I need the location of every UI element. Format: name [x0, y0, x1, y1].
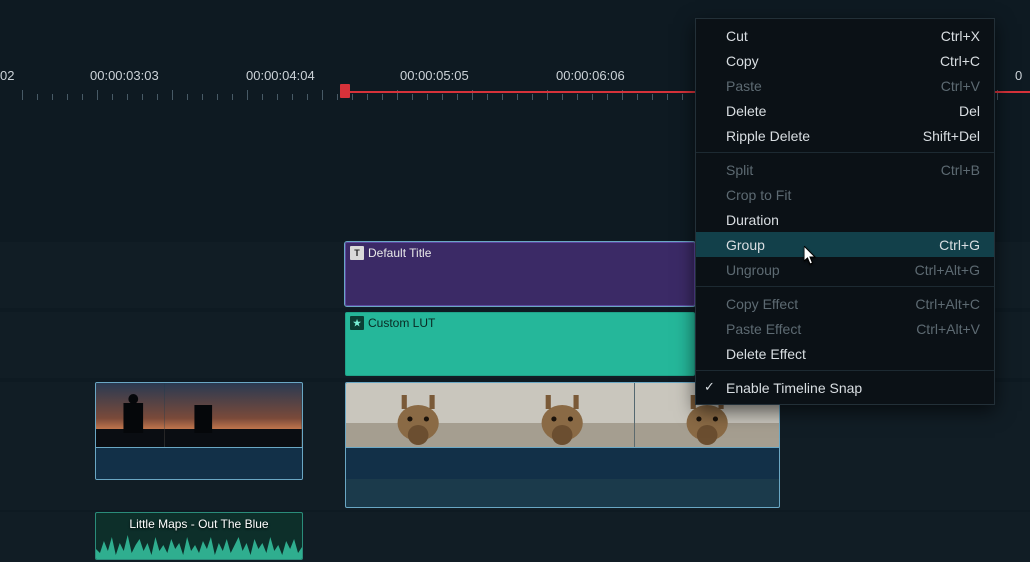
menu-item-ungroup: Ungroup Ctrl+Alt+G [696, 257, 994, 282]
ruler-timecode: 00:00:06:06 [556, 68, 625, 83]
menu-item-shortcut: Ctrl+G [939, 237, 980, 253]
menu-item-crop-to-fit: Crop to Fit [696, 182, 994, 207]
thumbnail [490, 383, 634, 447]
thumbnail [165, 383, 234, 447]
menu-item-ripple-delete[interactable]: Ripple Delete Shift+Del [696, 123, 994, 148]
menu-item-shortcut: Ctrl+Alt+V [916, 321, 980, 337]
menu-item-label: Copy [726, 53, 759, 69]
ruler-timecode: 0 [1015, 68, 1022, 83]
menu-item-split: Split Ctrl+B [696, 157, 994, 182]
ruler-timecode: 00:00:04:04 [246, 68, 315, 83]
menu-item-delete-effect[interactable]: Delete Effect [696, 341, 994, 366]
clip-audio[interactable]: Little Maps - Out The Blue [95, 512, 303, 560]
menu-item-copy-effect: Copy Effect Ctrl+Alt+C [696, 291, 994, 316]
clip-parking[interactable]: Parking [95, 382, 303, 480]
track-audio[interactable]: Little Maps - Out The Blue [0, 512, 1030, 562]
thumbnail [96, 383, 165, 447]
menu-item-copy[interactable]: Copy Ctrl+C [696, 48, 994, 73]
menu-item-shortcut: Ctrl+B [941, 162, 980, 178]
ruler-timecode: 00:00:03:03 [90, 68, 159, 83]
menu-item-label: Split [726, 162, 753, 178]
menu-item-shortcut: Ctrl+X [941, 28, 980, 44]
menu-item-duration[interactable]: Duration [696, 207, 994, 232]
menu-item-shortcut: Ctrl+V [941, 78, 980, 94]
waveform [96, 531, 302, 559]
clip-label: Default Title [368, 246, 431, 260]
menu-item-label: Delete [726, 103, 766, 119]
clip-label: Little Maps - Out The Blue [96, 517, 302, 531]
menu-item-label: Delete Effect [726, 346, 806, 362]
clip-audio-lane [96, 447, 302, 479]
menu-item-delete[interactable]: Delete Del [696, 98, 994, 123]
check-icon: ✓ [704, 379, 715, 395]
thumbnail [346, 383, 490, 447]
clip-label: Custom LUT [368, 316, 435, 330]
menu-item-shortcut: Ctrl+Alt+G [915, 262, 980, 278]
menu-item-shortcut: Ctrl+C [940, 53, 980, 69]
menu-item-cut[interactable]: Cut Ctrl+X [696, 23, 994, 48]
menu-item-shortcut: Shift+Del [923, 128, 980, 144]
menu-item-shortcut: Del [959, 103, 980, 119]
menu-item-group[interactable]: Group Ctrl+G [696, 232, 994, 257]
ruler-timecode: 02 [0, 68, 14, 83]
thumbnail [233, 383, 302, 447]
menu-item-label: Group [726, 237, 765, 253]
menu-item-paste-effect: Paste Effect Ctrl+Alt+V [696, 316, 994, 341]
menu-item-shortcut: Ctrl+Alt+C [915, 296, 980, 312]
menu-item-enable-timeline-snap[interactable]: ✓ Enable Timeline Snap [696, 375, 994, 400]
menu-item-label: Paste Effect [726, 321, 801, 337]
clip-audio-lane [346, 447, 779, 479]
menu-item-label: Copy Effect [726, 296, 798, 312]
playhead-handle[interactable] [340, 84, 350, 98]
menu-item-label: Crop to Fit [726, 187, 791, 203]
menu-item-label: Paste [726, 78, 762, 94]
clip-title[interactable]: T Default Title [345, 242, 695, 306]
menu-item-label: Cut [726, 28, 748, 44]
ruler-timecode: 00:00:05:05 [400, 68, 469, 83]
effect-icon: ★ [350, 316, 364, 330]
menu-item-label: Enable Timeline Snap [726, 380, 862, 396]
menu-item-label: Ungroup [726, 262, 780, 278]
menu-item-label: Duration [726, 212, 779, 228]
menu-item-paste: Paste Ctrl+V [696, 73, 994, 98]
text-icon: T [350, 246, 364, 260]
menu-item-label: Ripple Delete [726, 128, 810, 144]
clip-effect[interactable]: ★ Custom LUT [345, 312, 695, 376]
context-menu[interactable]: Cut Ctrl+X Copy Ctrl+C Paste Ctrl+V Delete Del R… [695, 18, 995, 405]
